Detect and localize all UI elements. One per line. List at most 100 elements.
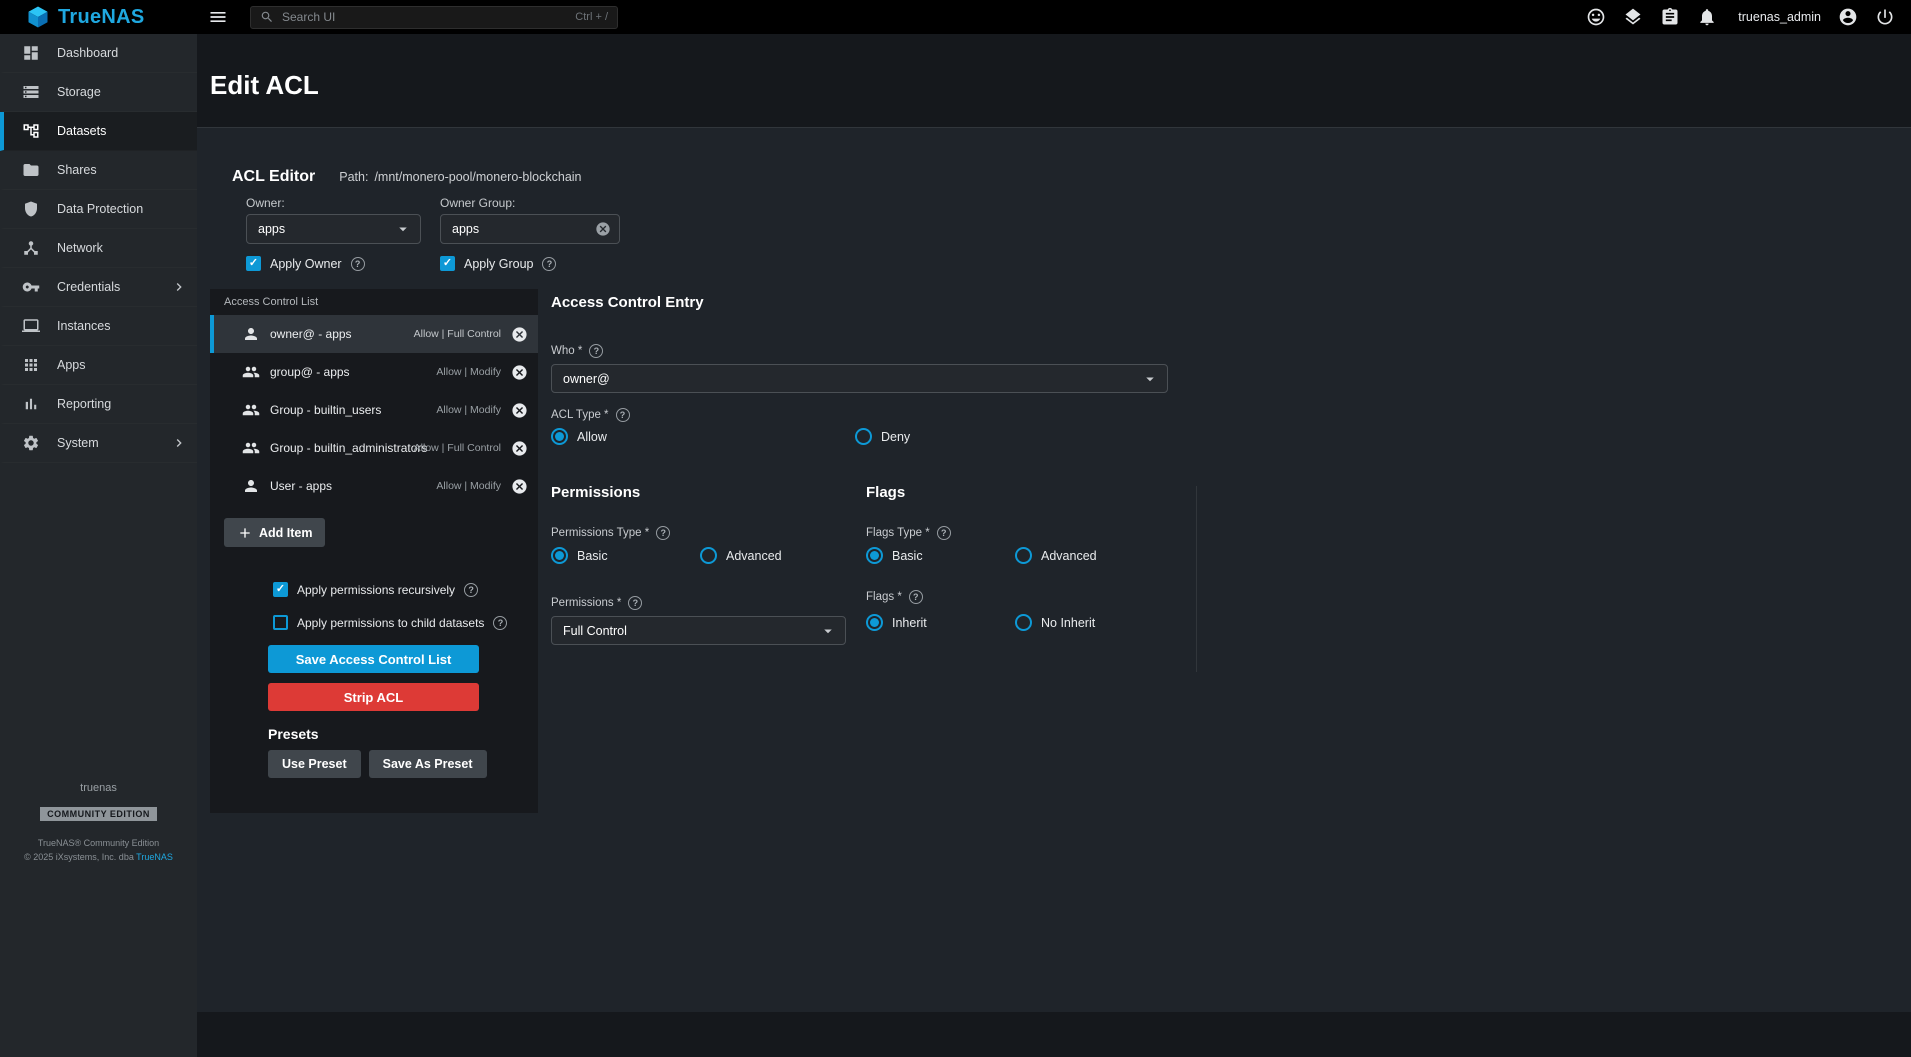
list-item-ace[interactable]: owner@ - apps Allow | Full Control bbox=[210, 315, 538, 353]
who-label-row: Who * bbox=[551, 344, 603, 358]
logged-in-username[interactable]: truenas_admin bbox=[1738, 10, 1821, 24]
sidebar-item-datasets[interactable]: Datasets bbox=[0, 112, 197, 151]
storage-icon bbox=[22, 83, 40, 101]
acl-editor-header: ACL Editor Path: /mnt/monero-pool/monero… bbox=[232, 168, 582, 186]
owner-group-label: Owner Group: bbox=[440, 196, 515, 210]
help-icon[interactable] bbox=[589, 344, 603, 358]
help-icon[interactable] bbox=[464, 583, 478, 597]
layers-icon[interactable] bbox=[1623, 7, 1643, 27]
menu-toggle-icon[interactable] bbox=[208, 7, 228, 27]
truenas-link[interactable]: TrueNAS bbox=[136, 852, 173, 862]
help-icon[interactable] bbox=[656, 526, 670, 540]
list-item-ace[interactable]: Group - builtin_administrators Allow | F… bbox=[210, 429, 538, 467]
account-circle-icon[interactable] bbox=[1838, 7, 1858, 27]
help-icon[interactable] bbox=[542, 257, 556, 271]
permissions-type-advanced-option[interactable]: Advanced bbox=[700, 547, 782, 564]
access-control-list-panel: Access Control List owner@ - apps Allow … bbox=[210, 289, 538, 813]
alerts-bell-icon[interactable] bbox=[1697, 7, 1717, 27]
help-icon[interactable] bbox=[937, 526, 951, 540]
page-title: Edit ACL bbox=[210, 70, 319, 101]
apply-recursively-checkbox[interactable] bbox=[273, 582, 288, 597]
strip-acl-button[interactable]: Strip ACL bbox=[268, 683, 479, 711]
list-item-ace[interactable]: group@ - apps Allow | Modify bbox=[210, 353, 538, 391]
sidebar-item-data-protection[interactable]: Data Protection bbox=[0, 190, 197, 229]
flags-type-basic-option[interactable]: Basic bbox=[866, 547, 923, 564]
flags-type-advanced-option[interactable]: Advanced bbox=[1015, 547, 1097, 564]
plus-icon bbox=[237, 525, 253, 541]
ace-title: Access Control Entry bbox=[551, 294, 704, 311]
ace-list: owner@ - apps Allow | Full Control group… bbox=[210, 315, 538, 505]
acl-editor-title: ACL Editor bbox=[232, 168, 315, 186]
acl-type-allow-option[interactable]: Allow bbox=[551, 428, 607, 445]
apply-owner-checkbox[interactable] bbox=[246, 256, 261, 271]
datasets-tree-icon bbox=[22, 122, 40, 140]
remove-entry-icon[interactable] bbox=[511, 478, 528, 495]
chevron-down-icon bbox=[1141, 370, 1159, 388]
help-icon[interactable] bbox=[493, 616, 507, 630]
acl-type-deny-option[interactable]: Deny bbox=[855, 428, 910, 445]
feedback-smiley-icon[interactable] bbox=[1586, 7, 1606, 27]
permissions-label-row: Permissions * bbox=[551, 596, 642, 610]
flags-inherit-option[interactable]: Inherit bbox=[866, 614, 927, 631]
apply-group-checkbox[interactable] bbox=[440, 256, 455, 271]
flags-no-inherit-option[interactable]: No Inherit bbox=[1015, 614, 1095, 631]
main-content: Edit ACL ACL Editor Path: /mnt/monero-po… bbox=[197, 34, 1911, 1057]
save-as-preset-button[interactable]: Save As Preset bbox=[369, 750, 487, 778]
radio-no-inherit[interactable] bbox=[1015, 614, 1032, 631]
apply-child-datasets-checkbox[interactable] bbox=[273, 615, 288, 630]
help-icon[interactable] bbox=[616, 408, 630, 422]
list-item-ace[interactable]: User - apps Allow | Modify bbox=[210, 467, 538, 505]
sidebar-item-reporting[interactable]: Reporting bbox=[0, 385, 197, 424]
help-icon[interactable] bbox=[909, 590, 923, 604]
owner-select[interactable]: apps bbox=[246, 214, 421, 244]
clear-icon[interactable] bbox=[595, 221, 611, 237]
radio-advanced[interactable] bbox=[700, 547, 717, 564]
sidebar-item-network[interactable]: Network bbox=[0, 229, 197, 268]
truenas-logo[interactable]: TrueNAS bbox=[26, 5, 194, 29]
chevron-down-icon bbox=[819, 622, 837, 640]
use-preset-button[interactable]: Use Preset bbox=[268, 750, 361, 778]
radio-allow[interactable] bbox=[551, 428, 568, 445]
sidebar-item-apps[interactable]: Apps bbox=[0, 346, 197, 385]
sidebar-item-shares[interactable]: Shares bbox=[0, 151, 197, 190]
search-input[interactable] bbox=[282, 10, 567, 24]
owner-group-input[interactable] bbox=[452, 222, 595, 236]
sidebar-item-storage[interactable]: Storage bbox=[0, 73, 197, 112]
power-icon[interactable] bbox=[1875, 7, 1895, 27]
list-item-ace[interactable]: Group - builtin_users Allow | Modify bbox=[210, 391, 538, 429]
hostname: truenas bbox=[80, 782, 117, 794]
remove-entry-icon[interactable] bbox=[511, 364, 528, 381]
sidebar-item-system[interactable]: System bbox=[0, 424, 197, 463]
sidebar-item-credentials[interactable]: Credentials bbox=[0, 268, 197, 307]
remove-entry-icon[interactable] bbox=[511, 326, 528, 343]
presets-title: Presets bbox=[268, 726, 319, 742]
group-icon bbox=[242, 439, 260, 457]
dataset-path-value: /mnt/monero-pool/monero-blockchain bbox=[374, 170, 581, 184]
shield-icon bbox=[22, 200, 40, 218]
save-acl-button[interactable]: Save Access Control List bbox=[268, 645, 479, 673]
permissions-select[interactable]: Full Control bbox=[551, 616, 846, 645]
remove-entry-icon[interactable] bbox=[511, 440, 528, 457]
sidebar-item-instances[interactable]: Instances bbox=[0, 307, 197, 346]
apply-group-row: Apply Group bbox=[440, 256, 556, 271]
who-select[interactable]: owner@ bbox=[551, 364, 1168, 393]
flags-section-title: Flags bbox=[866, 484, 905, 501]
preset-buttons: Use Preset Save As Preset bbox=[268, 750, 487, 778]
chevron-down-icon bbox=[394, 220, 412, 238]
jobs-clipboard-icon[interactable] bbox=[1660, 7, 1680, 27]
radio-basic[interactable] bbox=[866, 547, 883, 564]
owner-group-field[interactable] bbox=[440, 214, 620, 244]
radio-inherit[interactable] bbox=[866, 614, 883, 631]
radio-deny[interactable] bbox=[855, 428, 872, 445]
help-icon[interactable] bbox=[351, 257, 365, 271]
remove-entry-icon[interactable] bbox=[511, 402, 528, 419]
acl-editor-card: ACL Editor Path: /mnt/monero-pool/monero… bbox=[197, 127, 1911, 1012]
global-search[interactable]: Ctrl + / bbox=[250, 6, 618, 29]
radio-basic[interactable] bbox=[551, 547, 568, 564]
radio-advanced[interactable] bbox=[1015, 547, 1032, 564]
sidebar-item-dashboard[interactable]: Dashboard bbox=[0, 34, 197, 73]
help-icon[interactable] bbox=[628, 596, 642, 610]
permissions-type-basic-option[interactable]: Basic bbox=[551, 547, 608, 564]
chevron-right-icon bbox=[171, 435, 187, 451]
add-item-button[interactable]: Add Item bbox=[224, 518, 325, 547]
